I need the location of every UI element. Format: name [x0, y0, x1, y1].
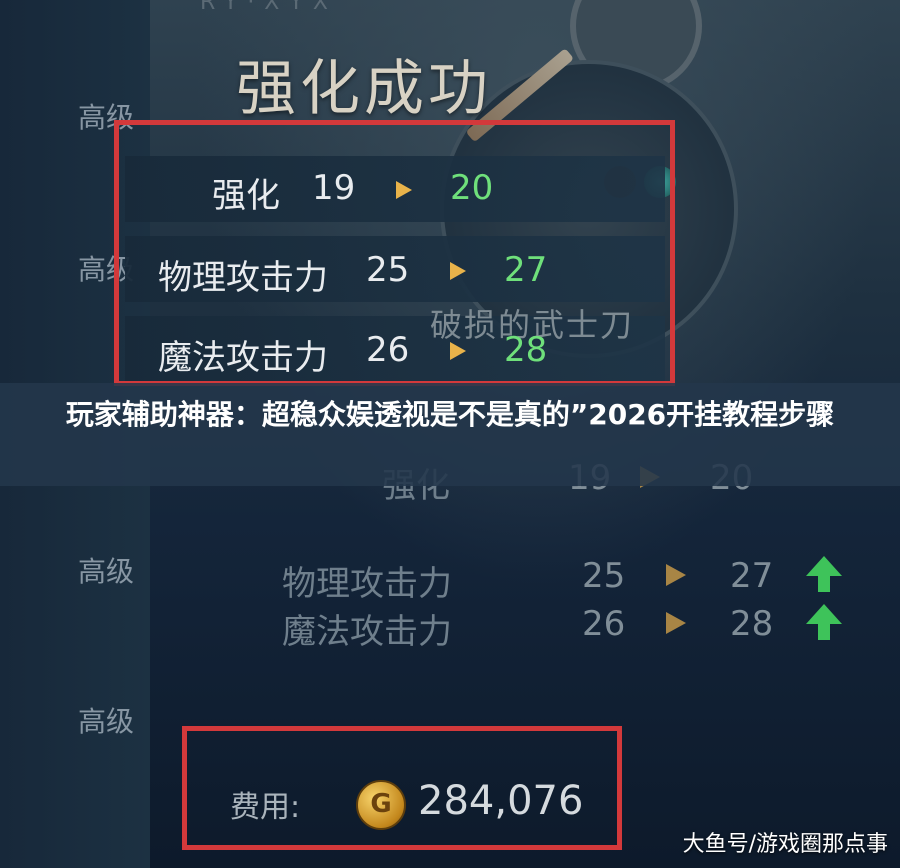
highlight-box-stats [114, 120, 675, 386]
bg-stat-new-value: 27 [730, 556, 774, 596]
bg-stat-old-value: 26 [582, 604, 626, 644]
up-arrow-icon [806, 604, 842, 644]
watermark: 大鱼号/游戏圈那点事 [682, 832, 888, 857]
up-arrow-icon [806, 556, 842, 596]
bg-stat-name: 物理攻击力 [282, 564, 452, 604]
sidebar-label: 高级 [78, 555, 135, 588]
bg-stat-new-value: 28 [730, 604, 774, 644]
highlight-box-cost [182, 726, 622, 850]
top-rune-text: RY·XYX [200, 0, 338, 15]
bg-stat-name: 魔法攻击力 [282, 612, 452, 652]
banner-headline: 玩家辅助神器：超稳众娱透视是不是真的”2026开挂教程步骤 [65, 398, 835, 431]
play-arrow-icon [666, 564, 686, 586]
bg-stat-old-value: 25 [582, 556, 626, 596]
play-arrow-icon [666, 612, 686, 634]
sidebar-label: 高级 [78, 705, 135, 738]
page-title: 强化成功 [236, 54, 492, 124]
